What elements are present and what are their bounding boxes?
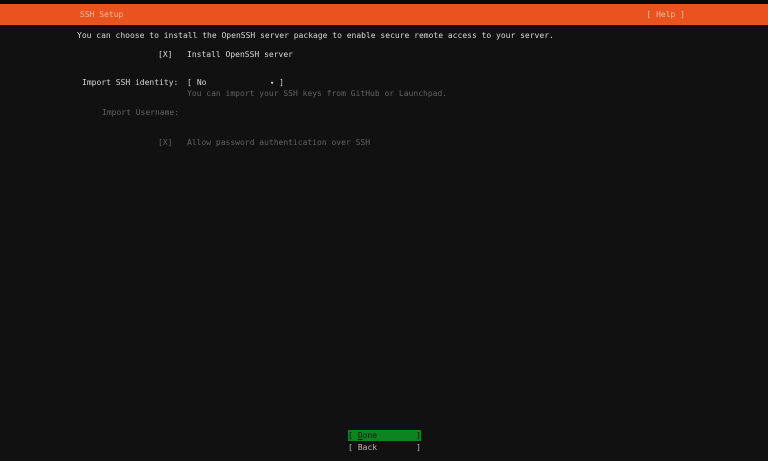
ssh-setup-screen: SSH Setup [ Help ] You can choose to ins… [0,0,768,461]
page-title: SSH Setup [80,4,123,25]
checkbox-checked-icon: [X] [158,50,187,60]
back-button-label: Back [358,443,377,453]
done-button[interactable]: [ D one ] [348,430,421,441]
dropdown-close-bracket: ] [279,78,284,88]
button-open-bracket: [ [348,431,353,441]
allow-password-auth-label: Allow password authentication over SSH [187,138,370,148]
chevron-down-icon: ▾ [270,78,274,88]
import-username-label: Import Username: [102,108,179,118]
button-open-bracket: [ [348,443,353,453]
import-ssh-identity-dropdown[interactable]: [ No ▾ ] [187,78,284,88]
button-close-bracket: ] [416,443,421,453]
description-text: You can choose to install the OpenSSH se… [77,31,554,41]
install-openssh-label: Install OpenSSH server [187,50,293,60]
button-close-bracket: ] [416,431,421,441]
install-openssh-checkbox[interactable]: [X] Install OpenSSH server [158,50,293,60]
import-ssh-identity-help-text: You can import your SSH keys from GitHub… [187,89,447,99]
dropdown-selected-value: No [197,78,207,88]
checkbox-checked-icon: [X] [158,138,187,148]
import-ssh-identity-label: Import SSH identity: [82,78,178,88]
help-button[interactable]: [ Help ] [646,4,685,25]
allow-password-auth-checkbox: [X] Allow password authentication over S… [158,138,370,148]
done-button-label: one [363,431,377,441]
back-button[interactable]: [ Back ] [348,442,421,453]
header-bar: SSH Setup [ Help ] [0,4,768,25]
dropdown-open-bracket: [ [187,78,192,88]
